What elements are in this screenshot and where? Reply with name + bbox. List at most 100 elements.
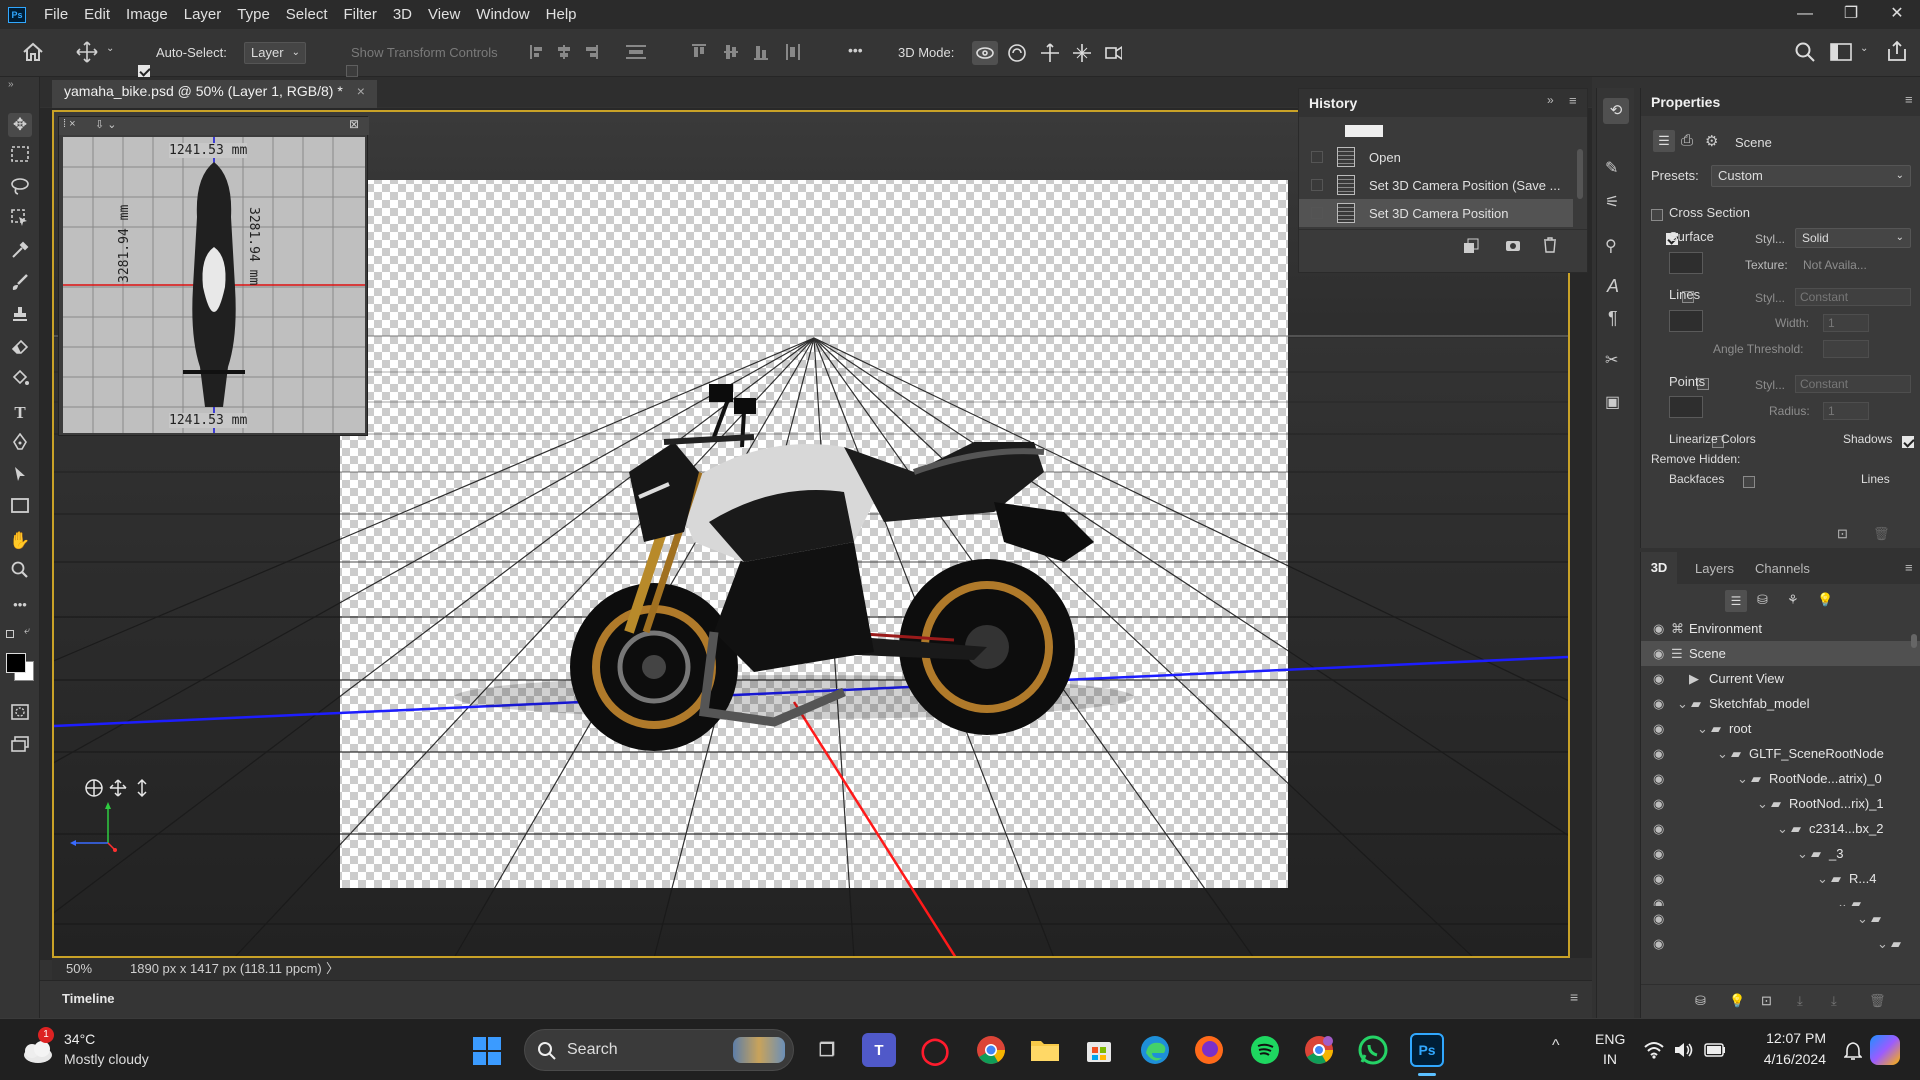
texture-value[interactable]: Not Availa... (1803, 258, 1867, 272)
visibility-eye-icon[interactable]: ◉ (1653, 691, 1664, 716)
add-object-icon[interactable]: ⛁ (1695, 993, 1706, 1009)
type-tool-icon[interactable]: T (8, 401, 32, 425)
tool-presets-icon[interactable]: ✂ (1605, 350, 1618, 370)
workspace-icon[interactable] (1830, 42, 1852, 62)
align-distribute-icons[interactable] (528, 42, 808, 62)
expand-chevron-icon[interactable]: ⌄ (1717, 741, 1728, 766)
scene-properties-icon[interactable]: ☰ (1653, 130, 1675, 152)
chrome-profile-icon[interactable] (1302, 1033, 1336, 1067)
menu-type[interactable]: Type (229, 6, 278, 23)
lines-color-swatch[interactable] (1669, 310, 1703, 332)
zoom-level[interactable]: 50% (66, 958, 92, 980)
lines-style-select[interactable]: Constant (1795, 288, 1911, 306)
visibility-eye-icon[interactable]: ◉ (1653, 891, 1664, 906)
collapse-toolbar-icon[interactable]: » (8, 79, 14, 90)
delete-icon[interactable]: 🗑 (1869, 993, 1886, 1009)
menu-3d[interactable]: 3D (385, 6, 420, 23)
menu-help[interactable]: Help (538, 6, 585, 23)
history-source-checkbox[interactable] (1311, 179, 1323, 191)
lasso-tool-icon[interactable] (8, 177, 32, 201)
zoom-tool-icon[interactable] (8, 561, 32, 585)
tree-item-gltf-root[interactable]: ◉ ⌄ ▰ GLTF_SceneRootNode (1641, 741, 1920, 766)
expand-chevron-icon[interactable]: ⌄ (1857, 906, 1868, 931)
menu-filter[interactable]: Filter (336, 6, 385, 23)
points-color-swatch[interactable] (1669, 396, 1703, 418)
timeline-title[interactable]: Timeline (62, 991, 115, 1006)
angle-threshold-field[interactable] (1823, 340, 1869, 358)
tab-3d[interactable]: 3D (1641, 552, 1677, 584)
meshes-filter-icon[interactable]: ⛁ (1757, 592, 1768, 608)
history-title[interactable]: History (1309, 95, 1357, 111)
brush-settings-icon[interactable]: ✎ (1605, 158, 1618, 178)
points-radius-field[interactable]: 1 (1823, 402, 1869, 420)
shadows-checkbox[interactable] (1901, 435, 1914, 448)
screen-mode-icon[interactable] (8, 735, 32, 759)
weather-desc[interactable]: Mostly cloudy (64, 1051, 149, 1067)
notifications-bell-icon[interactable] (1844, 1041, 1862, 1061)
whatsapp-icon[interactable] (1356, 1033, 1390, 1067)
history-menu-icon[interactable]: ≡ (1569, 93, 1577, 108)
expand-chevron-icon[interactable]: ⌄ (1837, 891, 1848, 906)
quick-mask-icon[interactable] (8, 703, 32, 727)
chrome-icon[interactable] (974, 1033, 1008, 1067)
language-bottom[interactable]: IN (1603, 1051, 1617, 1067)
properties-title[interactable]: Properties (1651, 94, 1720, 110)
camera-properties-icon[interactable]: ⎙ (1681, 132, 1693, 149)
tree-item-3[interactable]: ◉ ⌄ ▰ _3 (1641, 841, 1920, 866)
swap-colors-icon[interactable]: ⤶ (24, 625, 30, 638)
history-item-open[interactable]: Open (1299, 143, 1573, 171)
tab-layers[interactable]: Layers (1695, 561, 1734, 576)
pen-tool-icon[interactable] (8, 432, 32, 457)
menu-layer[interactable]: Layer (176, 6, 230, 23)
cross-section-checkbox[interactable] (1651, 208, 1663, 221)
timeline-menu-icon[interactable]: ≡ (1570, 989, 1578, 1005)
default-colors-icon[interactable] (6, 630, 14, 638)
delete-icon[interactable]: 🗑 (1873, 526, 1890, 542)
microsoft-store-icon[interactable] (1082, 1033, 1116, 1067)
paint-bucket-tool-icon[interactable] (8, 369, 32, 393)
lines-width-field[interactable]: 1 (1823, 314, 1869, 332)
whole-scene-filter-icon[interactable]: ☰ (1725, 590, 1747, 612)
clock-date[interactable]: 4/16/2024 (1742, 1051, 1826, 1067)
battery-icon[interactable] (1704, 1043, 1726, 1057)
expand-chevron-icon[interactable]: ⌄ (1757, 791, 1768, 816)
edge-icon[interactable] (1138, 1033, 1172, 1067)
secondary-view-menu-icon[interactable]: ⇩ ⌄ (95, 118, 117, 131)
menu-edit[interactable]: Edit (76, 6, 118, 23)
render-icon[interactable]: ⊡ (1761, 993, 1772, 1009)
visibility-eye-icon[interactable]: ◉ (1653, 741, 1664, 766)
expand-chevron-icon[interactable]: ⌄ (1817, 866, 1828, 891)
clock-time[interactable]: 12:07 PM (1752, 1030, 1826, 1046)
file-explorer-icon[interactable] (1028, 1033, 1062, 1067)
expand-panel-icon[interactable]: » (1547, 93, 1554, 107)
tree-item-current-view[interactable]: ◉ ▶ Current View (1641, 666, 1920, 691)
expand-chevron-icon[interactable]: ⌄ (1697, 716, 1708, 741)
rectangle-tool-icon[interactable] (8, 497, 32, 521)
expand-chevron-icon[interactable]: ⌄ (1737, 766, 1748, 791)
secondary-view-panel[interactable]: ⁞ × ⇩ ⌄ ⊠ 1241.53 mm 1241.53 mm 3281.94 … (58, 116, 369, 436)
tree-item-sketchfab-model[interactable]: ◉ ⌄ ▰ Sketchfab_model (1641, 691, 1920, 716)
firefox-icon[interactable] (1192, 1033, 1226, 1067)
new-document-from-state-icon[interactable] (1463, 238, 1479, 254)
adjustments-icon[interactable]: ⚟ (1605, 192, 1619, 212)
eraser-tool-icon[interactable] (8, 337, 32, 361)
tab-channels[interactable]: Channels (1755, 561, 1810, 576)
object-selection-tool-icon[interactable] (8, 209, 32, 233)
tree-item-environment[interactable]: ◉ ⌘ Environment (1641, 616, 1920, 641)
tree-item-rootnode-0[interactable]: ◉ ⌄ ▰ RootNode...atrix)_0 (1641, 766, 1920, 791)
libraries-icon[interactable]: ▣ (1605, 392, 1620, 412)
secondary-view-close-icon[interactable]: ⁞ × (63, 118, 76, 130)
materials-filter-icon[interactable]: ⚘ (1787, 592, 1799, 608)
history-panel-icon[interactable]: ⟲ (1603, 98, 1629, 124)
move-tool-icon[interactable] (76, 41, 98, 63)
tree-item-ellipsis[interactable]: ◉ ⌄ ▰... (1641, 891, 1920, 906)
visibility-eye-icon[interactable]: ◉ (1653, 931, 1664, 956)
show-hidden-icons-chevron-icon[interactable]: ^ (1552, 1037, 1560, 1055)
language-top[interactable]: ENG (1595, 1031, 1625, 1047)
render-settings-icon[interactable]: ⚙ (1705, 132, 1718, 150)
surface-style-select[interactable]: Solid ⌄ (1795, 228, 1911, 248)
path-selection-tool-icon[interactable] (8, 465, 32, 489)
windows-start-icon[interactable] (473, 1037, 501, 1065)
spotify-icon[interactable] (1248, 1033, 1282, 1067)
close-window-button[interactable]: ✕ (1874, 0, 1920, 29)
